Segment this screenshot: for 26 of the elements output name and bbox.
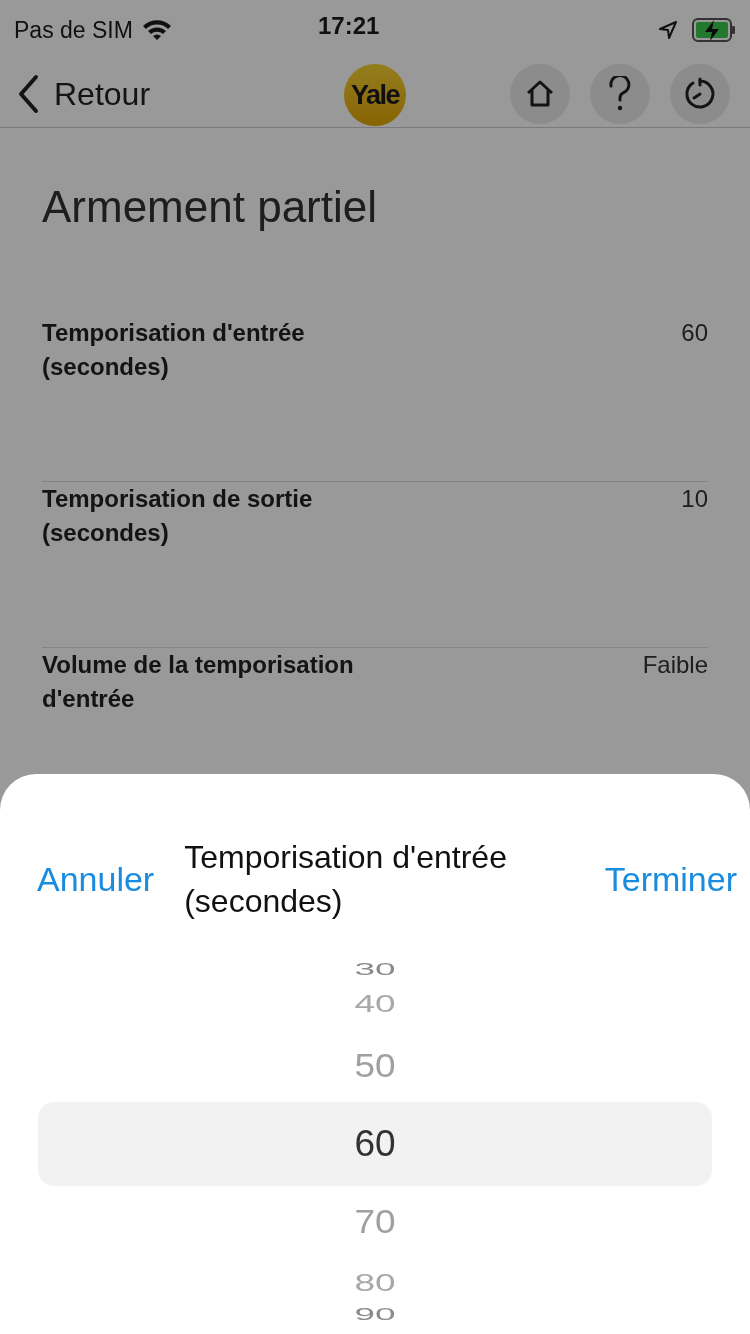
setting-label: Temporisation d'entrée (secondes) bbox=[42, 318, 306, 382]
location-arrow-icon bbox=[658, 20, 678, 40]
page-title: Armement partiel bbox=[42, 181, 378, 233]
picker-option[interactable]: 40 bbox=[354, 989, 396, 1019]
question-mark-icon bbox=[608, 75, 632, 112]
setting-value[interactable]: Faible bbox=[642, 648, 708, 682]
timer-icon bbox=[683, 76, 717, 111]
picker-option[interactable]: 60 bbox=[354, 1122, 396, 1166]
picker-option[interactable]: 90 bbox=[354, 1305, 396, 1325]
picker-option[interactable]: 50 bbox=[354, 1045, 396, 1087]
clock-text: 17:21 bbox=[318, 11, 380, 41]
picker-option[interactable]: 80 bbox=[354, 1268, 396, 1298]
back-chevron-icon[interactable] bbox=[16, 73, 40, 114]
battery-icon bbox=[692, 18, 736, 42]
setting-label: Volume de la temporisation d'entrée bbox=[42, 650, 355, 714]
done-button[interactable]: Terminer bbox=[604, 853, 737, 905]
sheet-title: Temporisation d'entrée (secondes) bbox=[184, 838, 508, 921]
cancel-button[interactable]: Annuler bbox=[37, 853, 155, 905]
brand-logo: Yale bbox=[344, 64, 406, 126]
carrier-text: Pas de SIM bbox=[14, 15, 133, 45]
picker-option[interactable]: 70 bbox=[354, 1201, 396, 1243]
back-link[interactable]: Retour bbox=[54, 69, 151, 118]
setting-label: Temporisation de sortie (secondes) bbox=[42, 484, 314, 548]
setting-value[interactable]: 10 bbox=[681, 482, 708, 516]
picker-option[interactable]: 30 bbox=[354, 960, 396, 980]
setting-value[interactable]: 60 bbox=[681, 316, 708, 350]
